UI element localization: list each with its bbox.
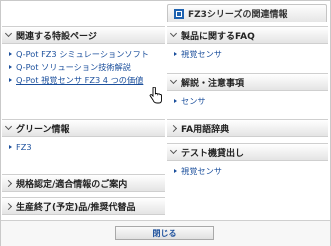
chevron-down-icon [169, 146, 178, 155]
section-title: FA用語辞典 [181, 124, 230, 135]
chevron-down-icon [169, 29, 178, 38]
close-button-label: 閉じる [152, 228, 177, 238]
section-title: 解説・注意事項 [181, 78, 245, 89]
chevron-down-icon [169, 76, 178, 85]
section-discontinued: 生産終了(予定)品/推奨代替品 [2, 197, 165, 215]
section-notes: 解説・注意事項 センサ [167, 73, 328, 110]
section-title: 生産終了(予定)品/推奨代替品 [16, 202, 136, 213]
section-header-discontinued[interactable]: 生産終了(予定)品/推奨代替品 [2, 197, 165, 215]
section-standards: 規格認定/適合情報のご案内 [2, 174, 165, 192]
section-title: 関連する特設ページ [16, 31, 97, 42]
link-test-loan-vision-sensor[interactable]: 視覚センサ [174, 165, 328, 178]
section-fa-glossary: FA用語辞典 [167, 119, 328, 137]
chevron-right-icon [169, 124, 178, 132]
link-solution-guide[interactable]: Q-Pot ソリューション技術解説 [9, 61, 165, 74]
section-title: グリーン情報 [16, 124, 70, 135]
link-simulation-software[interactable]: Q-Pot FZ3 シミュレーションソフト [9, 48, 165, 61]
section-title: 規格認定/適合情報のご案内 [16, 179, 128, 190]
section-header-fa-glossary[interactable]: FA用語辞典 [167, 119, 328, 137]
section-header-test-loan[interactable]: テスト機貸出し [167, 143, 328, 161]
link-vision-sensor-value[interactable]: Q-Pot 視覚センサ FZ3 4 つの価値 [9, 74, 165, 87]
tab-bar: FZ3シリーズの関連情報 [1, 1, 330, 22]
panel-footer: 閉じる [1, 220, 330, 246]
section-header-faq[interactable]: 製品に関するFAQ [167, 26, 328, 44]
tab-fz3-related-info[interactable]: FZ3シリーズの関連情報 [167, 4, 327, 22]
section-green-info: グリーン情報 FZ3 [2, 119, 165, 156]
hand-cursor-icon [149, 87, 162, 104]
chevron-right-icon [4, 179, 13, 187]
section-special-pages: 関連する特設ページ Q-Pot FZ3 シミュレーションソフト Q-Pot ソリ… [2, 26, 165, 89]
section-header-green-info[interactable]: グリーン情報 [2, 119, 165, 137]
section-header-notes[interactable]: 解説・注意事項 [167, 73, 328, 91]
related-info-panel: FZ3シリーズの関連情報 関連する特設ページ Q-Pot FZ3 シミュレーショ… [0, 0, 331, 246]
link-faq-vision-sensor[interactable]: 視覚センサ [174, 48, 328, 61]
section-header-standards[interactable]: 規格認定/適合情報のご案内 [2, 174, 165, 192]
chevron-down-icon [4, 122, 13, 131]
close-button[interactable]: 閉じる [115, 226, 214, 240]
chevron-down-icon [4, 29, 13, 38]
section-title: 製品に関するFAQ [181, 31, 255, 42]
section-header-special-pages[interactable]: 関連する特設ページ [2, 26, 165, 44]
chevron-right-icon [4, 202, 13, 210]
link-fz3[interactable]: FZ3 [9, 141, 165, 154]
tab-label: FZ3シリーズの関連情報 [188, 10, 288, 20]
link-notes-sensor[interactable]: センサ [174, 95, 328, 108]
fz3-logo-icon [174, 8, 184, 19]
section-test-loan: テスト機貸出し 視覚センサ [167, 143, 328, 180]
section-title: テスト機貸出し [181, 148, 245, 159]
section-faq: 製品に関するFAQ 視覚センサ [167, 26, 328, 63]
